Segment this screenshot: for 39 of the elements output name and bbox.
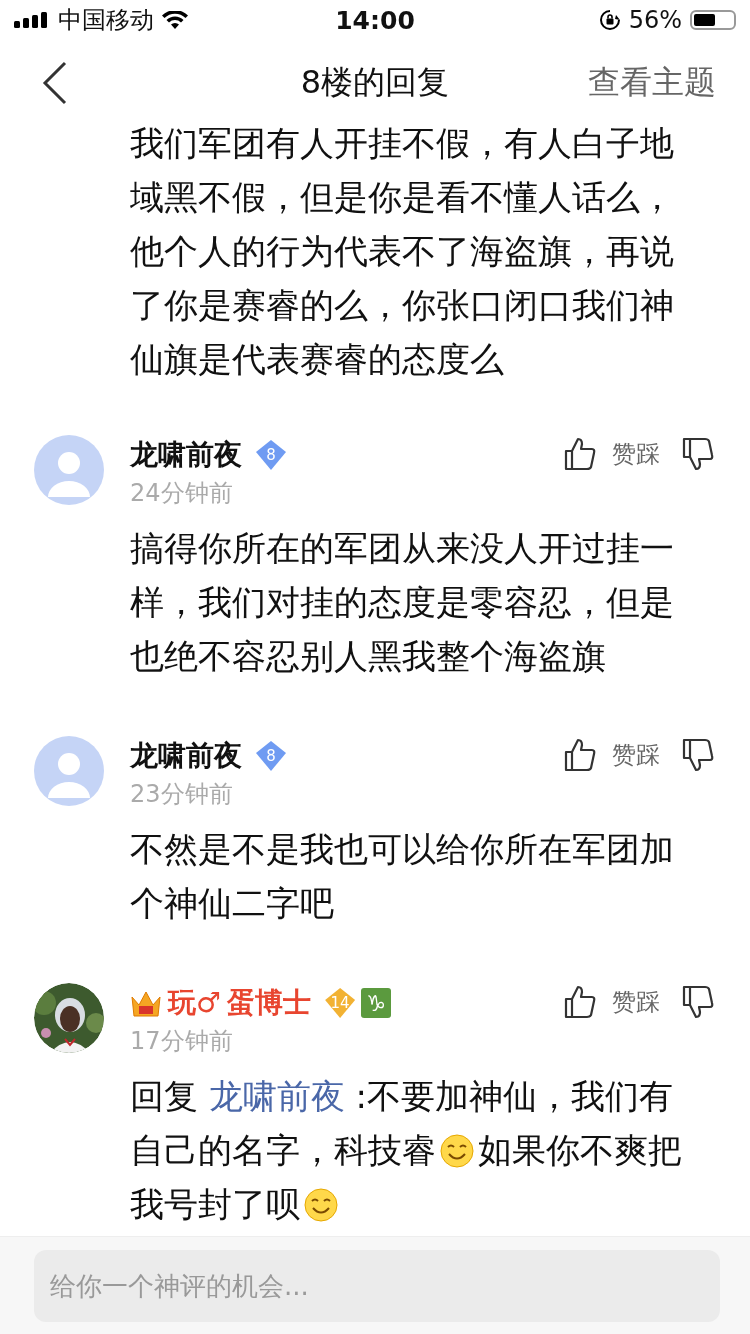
- user-name[interactable]: 龙啸前夜: [130, 436, 242, 474]
- page-title: 8楼的回复: [300, 62, 450, 103]
- view-topic-link[interactable]: 查看主题: [588, 61, 716, 105]
- post-time: 23分钟前: [130, 779, 234, 810]
- thumbs-up-icon[interactable]: [564, 437, 596, 471]
- thumbs-down-icon[interactable]: [682, 738, 714, 772]
- comment-text: 搞得你所在的军团从来没人开过挂一样，我们对挂的态度是零容忍，但是也绝不容忍别人黑我整个海盗旗: [130, 527, 675, 678]
- vote-label: 赞踩: [612, 740, 660, 771]
- post-time: 17分钟前: [130, 1026, 234, 1057]
- battery-icon: [690, 10, 736, 30]
- thumbs-down-icon[interactable]: [682, 985, 714, 1019]
- signal-icon: [14, 12, 50, 28]
- smiley-icon: [440, 1134, 474, 1168]
- post-time: 24分钟前: [130, 478, 234, 509]
- level-badge: 14: [325, 988, 356, 1018]
- thumbs-up-icon[interactable]: [564, 738, 596, 772]
- level-badge: 8: [256, 440, 286, 470]
- thumbs-down-icon[interactable]: [682, 437, 714, 471]
- comment-input[interactable]: 给你一个神评的机会...: [34, 1249, 720, 1322]
- carrier-name: 中国移动: [58, 5, 154, 36]
- level-badge: 8: [256, 741, 286, 771]
- user-name[interactable]: 蛋博士: [227, 984, 312, 1022]
- vote-label: 赞踩: [612, 987, 660, 1018]
- comment-text: 回复 龙啸前夜 :不要加神仙，我们有自己的名字，科技睿 如果你不爽把我号封了呗: [130, 1075, 683, 1226]
- comment-text: 不然是不是我也可以给你所在军团加个神仙二字吧: [130, 828, 675, 925]
- user-name[interactable]: 龙啸前夜: [130, 737, 242, 775]
- comment-text: 我们军团有人开挂不假，有人白子地域黑不假，但是你是看不懂人话么，他个人的行为代表不了海盗旗，再说了你是赛睿的么，你张口闭口我们神仙旗是代表赛睿的态度么: [130, 126, 675, 381]
- wifi-icon: [162, 11, 188, 29]
- rotation-lock-icon: [598, 9, 621, 31]
- crown-icon: [130, 989, 162, 1017]
- user-name-prefix[interactable]: 玩♂: [168, 984, 222, 1022]
- back-icon[interactable]: [42, 61, 68, 105]
- battery-percent: 56%: [628, 6, 682, 34]
- smiley-icon: [304, 1188, 338, 1222]
- clock-time: 14:00: [335, 5, 415, 35]
- vote-label: 赞踩: [612, 439, 660, 470]
- zodiac-badge: ♑: [361, 988, 392, 1018]
- user-mention-link[interactable]: 龙啸前夜: [208, 1076, 345, 1116]
- thumbs-up-icon[interactable]: [564, 985, 596, 1019]
